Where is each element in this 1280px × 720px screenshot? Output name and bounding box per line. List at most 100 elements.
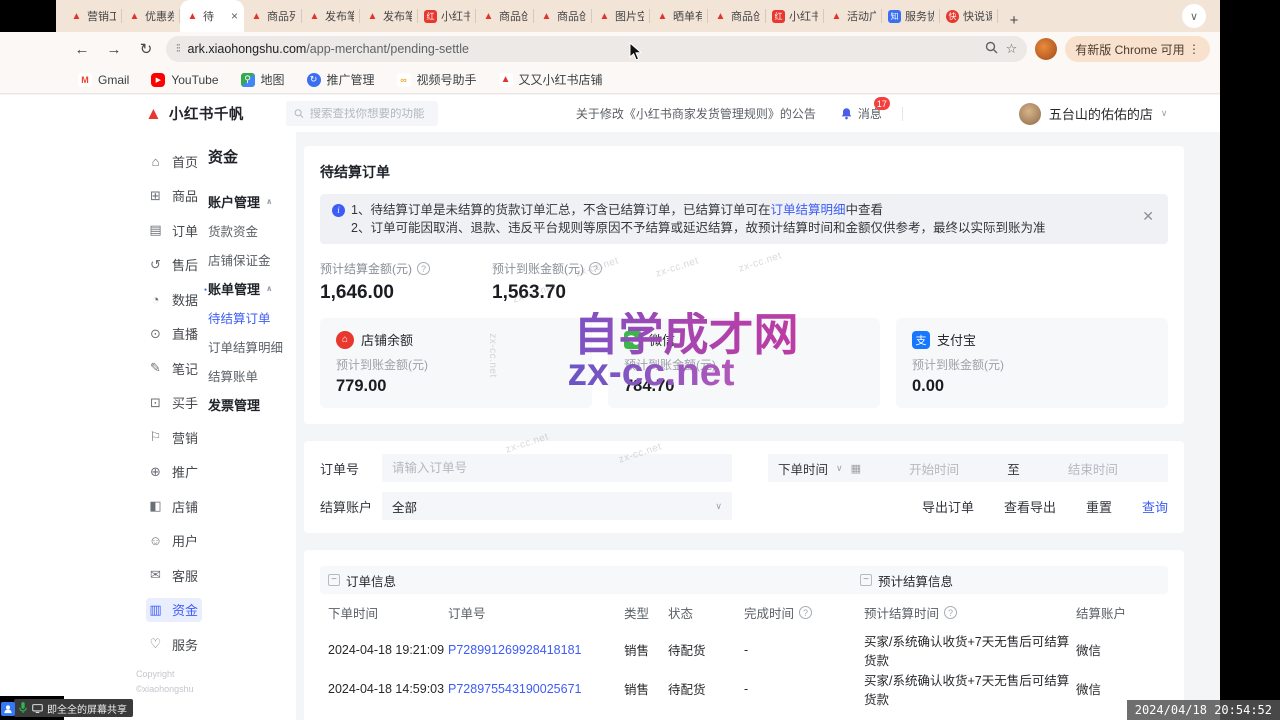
collapse-icon[interactable]: − <box>328 574 340 586</box>
sidebar-item[interactable]: ⚐ 营销 <box>146 425 198 449</box>
new-tab-button[interactable]: + <box>1002 8 1026 32</box>
settlement-info-group[interactable]: −预计结算信息 <box>860 571 953 590</box>
help-icon[interactable]: ? <box>417 262 430 275</box>
chrome-update-chip[interactable]: 有新版 Chrome 可用 ⋮ <box>1065 36 1210 62</box>
browser-tab[interactable]: 商品列 × <box>244 0 302 32</box>
time-range-picker[interactable]: 下单时间 ∨ ▦ 开始时间 至 结束时间 <box>768 454 1168 482</box>
chevron-down-icon: ∨ <box>715 501 722 512</box>
browser-tab[interactable]: 发布笔 × <box>302 0 360 32</box>
function-search-input[interactable] <box>310 108 430 120</box>
browser-tab[interactable]: 小红书 × <box>418 0 476 32</box>
reload-button[interactable]: ↻ <box>134 37 158 61</box>
site-settings-icon[interactable]: ⫶⫶ <box>176 43 180 56</box>
browser-tab[interactable]: 待 × <box>180 0 244 32</box>
back-button[interactable]: ← <box>70 37 94 61</box>
browser-tab[interactable]: 晒单有 × <box>650 0 708 32</box>
tab-search-chevron-icon[interactable]: ∨ <box>1182 4 1206 28</box>
browser-tab[interactable]: 小红书 × <box>766 0 824 32</box>
sidebar-item-icon: ⊡ <box>148 395 163 411</box>
view-exports-button[interactable]: 查看导出 <box>1004 497 1056 516</box>
subnav-item[interactable]: 货款资金 <box>208 216 290 245</box>
browser-tab[interactable]: 快说课 × <box>940 0 998 32</box>
settlement-detail-link[interactable]: 订单结算明细 <box>770 203 845 217</box>
bookmark-item[interactable]: 地图 <box>241 71 285 88</box>
sidebar-item[interactable]: ◔ 数据 <box>146 287 198 311</box>
address-bar[interactable]: ⫶⫶ ark.xiaohongshu.com/app-merchant/pend… <box>166 36 1027 62</box>
reset-button[interactable]: 重置 <box>1086 497 1112 516</box>
subnav-item[interactable]: 店铺保证金 <box>208 245 290 274</box>
subnav-item[interactable]: 账户管理 ∧ <box>208 187 290 216</box>
chrome-profile-avatar[interactable] <box>1035 38 1057 60</box>
sidebar-item[interactable]: ⊙ 直播 <box>146 322 198 346</box>
sidebar-item[interactable]: ☺ 用户 <box>146 529 198 553</box>
sidebar-item[interactable]: ▥ 资金 <box>146 598 202 622</box>
help-icon[interactable]: ? <box>799 606 812 619</box>
bookmark-item[interactable]: Gmail <box>78 73 129 87</box>
order-number-link[interactable]: P728991269928418181 <box>448 643 624 657</box>
function-search[interactable] <box>286 101 438 126</box>
bookmark-favicon <box>151 73 165 87</box>
export-orders-button[interactable]: 导出订单 <box>922 497 974 516</box>
sidebar-item[interactable]: ◧ 店铺 <box>146 494 198 518</box>
browser-tab[interactable]: 商品创 × <box>534 0 592 32</box>
bookmark-star-icon[interactable]: ☆ <box>1006 41 1018 57</box>
sidebar-item[interactable]: ⊞ 商品 <box>146 184 198 208</box>
app-logo[interactable]: ▲ 小红书千帆 <box>145 103 244 124</box>
query-button[interactable]: 查询 <box>1142 497 1168 516</box>
subnav-item-label: 待结算订单 <box>208 308 271 327</box>
browser-tab[interactable]: 服务协 × <box>882 0 940 32</box>
order-number-link[interactable]: P728975543190025671 <box>448 682 624 696</box>
tab-favicon <box>598 10 611 23</box>
search-lens-icon[interactable] <box>985 41 998 57</box>
sidebar-item-icon: ▥ <box>148 602 163 618</box>
sidebar-item[interactable]: ▤ 订单 <box>146 218 198 242</box>
announcement-link[interactable]: 关于修改《小红书商家发货管理规则》的公告 <box>576 105 816 122</box>
banner-close-icon[interactable]: ✕ <box>1142 208 1154 225</box>
bookmark-item[interactable]: 视频号助手 <box>397 71 477 88</box>
messages-entry[interactable]: 消息 17 <box>840 105 882 122</box>
bookmark-item[interactable]: 推广管理 <box>307 71 375 88</box>
order-info-group[interactable]: −订单信息 <box>328 571 396 590</box>
browser-tab[interactable]: 活动广 × <box>824 0 882 32</box>
notice-line1: 1、待结算订单是未结算的货款订单汇总，不含已结算订单，已结算订单可在订单结算明细… <box>351 201 883 219</box>
bookmark-item[interactable]: YouTube <box>151 73 218 87</box>
start-time-placeholder[interactable]: 开始时间 <box>869 459 999 478</box>
sidebar-item[interactable]: ✉ 客服 <box>146 563 198 587</box>
tab-close-icon[interactable]: × <box>231 9 238 23</box>
help-icon[interactable]: ? <box>944 606 957 619</box>
subnav-item[interactable]: 订单结算明细 <box>208 332 290 361</box>
subnav-item[interactable]: 账单管理 ∧ <box>208 274 290 303</box>
account-filter-select[interactable]: 全部 ∨ <box>382 492 732 520</box>
help-icon[interactable]: ? <box>589 262 602 275</box>
tab-title: 发布笔 <box>383 8 412 24</box>
sidebar-item[interactable]: ♡ 服务 <box>146 632 198 656</box>
subnav-item[interactable]: 结算账单 <box>208 361 290 390</box>
sidebar-item[interactable]: ✎ 笔记 <box>146 356 198 380</box>
sidebar-item-label: 数据 <box>172 290 198 309</box>
sidebar-item-icon: ✉ <box>148 567 163 583</box>
browser-tab[interactable]: 商品创 × <box>476 0 534 32</box>
sidebar-item[interactable]: ⌂ 首页 <box>146 149 198 173</box>
time-type-select[interactable]: 下单时间 <box>778 459 828 478</box>
subnav-item[interactable]: 待结算订单 <box>208 303 290 332</box>
end-time-placeholder[interactable]: 结束时间 <box>1028 459 1158 478</box>
search-icon <box>294 108 304 119</box>
sidebar-item[interactable]: ↺ 售后 <box>146 253 198 277</box>
store-avatar <box>1019 103 1041 125</box>
collapse-icon[interactable]: − <box>860 574 872 586</box>
sidebar-item[interactable]: ⊕ 推广 <box>146 460 198 484</box>
forward-button[interactable]: → <box>102 37 126 61</box>
bookmark-favicon <box>78 73 92 87</box>
sidebar-item[interactable]: ⊡ 买手 <box>146 391 198 415</box>
sidebar-item-icon: ⊞ <box>148 188 163 204</box>
bookmark-item[interactable]: 又又小红书店铺 <box>499 71 603 88</box>
browser-tab[interactable]: 营销工 × <box>64 0 122 32</box>
order-no-input[interactable] <box>382 454 732 482</box>
browser-tab[interactable]: 优惠券 × <box>122 0 180 32</box>
browser-tab[interactable]: 发布笔 × <box>360 0 418 32</box>
browser-tab[interactable]: 商品创 × <box>708 0 766 32</box>
browser-tab[interactable]: 图片空 × <box>592 0 650 32</box>
subnav-item[interactable]: 发票管理 <box>208 390 290 419</box>
store-switcher[interactable]: 五台山的佑佑的店 ∨ <box>1019 103 1168 125</box>
url-text[interactable]: ark.xiaohongshu.com/app-merchant/pending… <box>188 42 977 56</box>
